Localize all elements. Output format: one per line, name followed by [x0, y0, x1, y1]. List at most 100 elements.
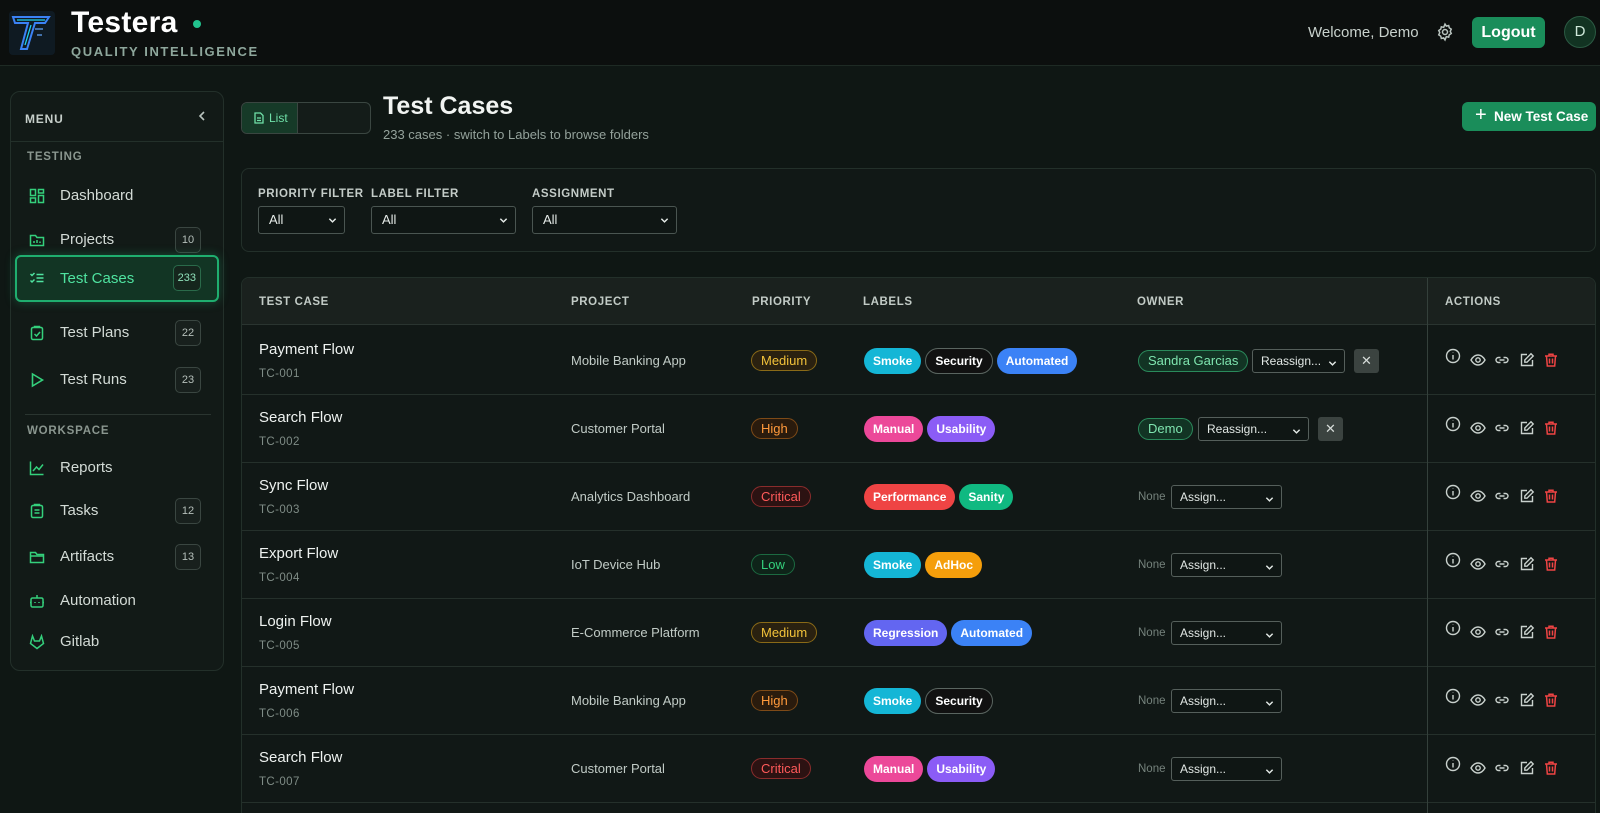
table-row[interactable]: Login Flow TC-005 E-Commerce Platform Mediu…	[242, 598, 1595, 667]
assign-select[interactable]: Assign...	[1171, 485, 1282, 509]
label-badge[interactable]: Smoke	[864, 348, 922, 374]
view-icon[interactable]	[1470, 692, 1486, 708]
test-case-name[interactable]: Search Flow	[259, 409, 342, 426]
assign-select[interactable]: Assign...	[1171, 621, 1282, 645]
sidebar-item-projects[interactable]: Projects 10	[15, 220, 219, 260]
sidebar-item-tasks[interactable]: Tasks 12	[15, 491, 219, 531]
sidebar-item-test-plans[interactable]: Test Plans 22	[15, 313, 219, 353]
link-icon[interactable]	[1494, 352, 1510, 368]
gear-icon[interactable]	[1435, 22, 1455, 42]
column-priority[interactable]: PRIORITY	[752, 296, 811, 308]
table-row[interactable]: Search Flow TC-007 Customer Portal Critical…	[242, 734, 1595, 803]
view-icon[interactable]	[1470, 488, 1486, 504]
edit-icon[interactable]	[1519, 488, 1535, 504]
table-row[interactable]: Sync Flow TC-003 Analytics Dashboard Critic…	[242, 462, 1595, 531]
test-case-name[interactable]: Search Flow	[259, 749, 342, 766]
table-row[interactable]: Payment Flow TC-001 Mobile Banking App Medi…	[242, 326, 1595, 395]
view-icon[interactable]	[1470, 352, 1486, 368]
sidebar-item-artifacts[interactable]: Artifacts 13	[15, 537, 219, 577]
test-case-name[interactable]: Export Flow	[259, 545, 338, 562]
test-cases-icon	[29, 270, 45, 286]
column-labels[interactable]: LABELS	[863, 296, 913, 308]
assign-select[interactable]: Assign...	[1171, 757, 1282, 781]
reassign-select[interactable]: Reassign...	[1198, 417, 1309, 441]
label-badge[interactable]: Security	[925, 688, 993, 714]
delete-icon[interactable]	[1543, 556, 1559, 572]
delete-icon[interactable]	[1543, 692, 1559, 708]
delete-icon[interactable]	[1543, 352, 1559, 368]
logout-button[interactable]: Logout	[1472, 17, 1545, 48]
assign-select[interactable]: Assign...	[1171, 553, 1282, 577]
label-badge[interactable]: Usability	[927, 756, 996, 782]
table-row[interactable]: Payment Flow TC-006 Mobile Banking App High…	[242, 666, 1595, 735]
label-badge[interactable]: Smoke	[864, 688, 922, 714]
label-badge[interactable]: Automated	[951, 620, 1033, 646]
test-case-name[interactable]: Sync Flow	[259, 477, 328, 494]
delete-icon[interactable]	[1543, 760, 1559, 776]
unassign-button[interactable]: ✕	[1318, 417, 1343, 441]
info-icon[interactable]	[1445, 484, 1461, 500]
label-badge[interactable]: Performance	[864, 484, 956, 510]
sidebar-item-reports[interactable]: Reports	[15, 448, 219, 488]
view-icon[interactable]	[1470, 760, 1486, 776]
edit-icon[interactable]	[1519, 352, 1535, 368]
test-case-name[interactable]: Payment Flow	[259, 341, 354, 358]
info-icon[interactable]	[1445, 620, 1461, 636]
avatar[interactable]: D	[1564, 16, 1596, 48]
view-icon[interactable]	[1470, 556, 1486, 572]
column-owner[interactable]: OWNER	[1137, 296, 1184, 308]
link-icon[interactable]	[1494, 760, 1510, 776]
label-badge[interactable]: Automated	[996, 348, 1078, 374]
reassign-select[interactable]: Reassign...	[1252, 349, 1345, 373]
new-test-case-button[interactable]: + New Test Case	[1462, 102, 1596, 131]
label-badge[interactable]: Security	[925, 348, 993, 374]
column-project[interactable]: PROJECT	[571, 296, 630, 308]
label-badge[interactable]: Manual	[864, 416, 924, 442]
sidebar-item-test-runs[interactable]: Test Runs 23	[15, 360, 219, 400]
sidebar-item-test-cases[interactable]: Test Cases 233	[15, 255, 219, 302]
info-icon[interactable]	[1445, 348, 1461, 364]
delete-icon[interactable]	[1543, 624, 1559, 640]
info-icon[interactable]	[1445, 756, 1461, 772]
table-row[interactable]: Search Flow TC-002 Customer Portal High Manu…	[242, 394, 1595, 463]
edit-icon[interactable]	[1519, 556, 1535, 572]
unassign-button[interactable]: ✕	[1354, 349, 1379, 373]
link-icon[interactable]	[1494, 556, 1510, 572]
test-case-name[interactable]: Payment Flow	[259, 681, 354, 698]
labels-view-button[interactable]: Labels	[298, 125, 370, 133]
testera-logo-icon[interactable]	[9, 11, 55, 55]
test-case-name[interactable]: Login Flow	[259, 613, 332, 630]
info-icon[interactable]	[1445, 688, 1461, 704]
priority-filter-select[interactable]: All	[258, 206, 345, 234]
link-icon[interactable]	[1494, 624, 1510, 640]
label-badge[interactable]: AdHoc	[925, 552, 983, 578]
delete-icon[interactable]	[1543, 420, 1559, 436]
delete-icon[interactable]	[1543, 488, 1559, 504]
sidebar-item-automation[interactable]: Automation	[15, 581, 219, 621]
assignment-filter-select[interactable]: All	[532, 206, 677, 234]
edit-icon[interactable]	[1519, 760, 1535, 776]
label-badge[interactable]: Usability	[927, 416, 996, 442]
link-icon[interactable]	[1494, 420, 1510, 436]
chevron-left-icon[interactable]	[194, 108, 210, 124]
label-badge[interactable]: Sanity	[959, 484, 1014, 510]
link-icon[interactable]	[1494, 488, 1510, 504]
sidebar-item-dashboard[interactable]: Dashboard	[15, 176, 219, 216]
view-icon[interactable]	[1470, 420, 1486, 436]
table-row[interactable]: Export Flow TC-004 IoT Device Hub Low Smoke A…	[242, 530, 1595, 599]
label-badge[interactable]: Smoke	[864, 552, 922, 578]
info-icon[interactable]	[1445, 416, 1461, 432]
label-badge[interactable]: Regression	[864, 620, 948, 646]
assign-select[interactable]: Assign...	[1171, 689, 1282, 713]
column-test-case[interactable]: TEST CASE	[259, 296, 329, 308]
list-view-button[interactable]: List	[242, 103, 298, 133]
edit-icon[interactable]	[1519, 420, 1535, 436]
view-icon[interactable]	[1470, 624, 1486, 640]
edit-icon[interactable]	[1519, 692, 1535, 708]
label-filter-select[interactable]: All	[371, 206, 516, 234]
link-icon[interactable]	[1494, 692, 1510, 708]
edit-icon[interactable]	[1519, 624, 1535, 640]
sidebar-item-gitlab[interactable]: Gitlab	[15, 622, 219, 662]
info-icon[interactable]	[1445, 552, 1461, 568]
label-badge[interactable]: Manual	[864, 756, 924, 782]
